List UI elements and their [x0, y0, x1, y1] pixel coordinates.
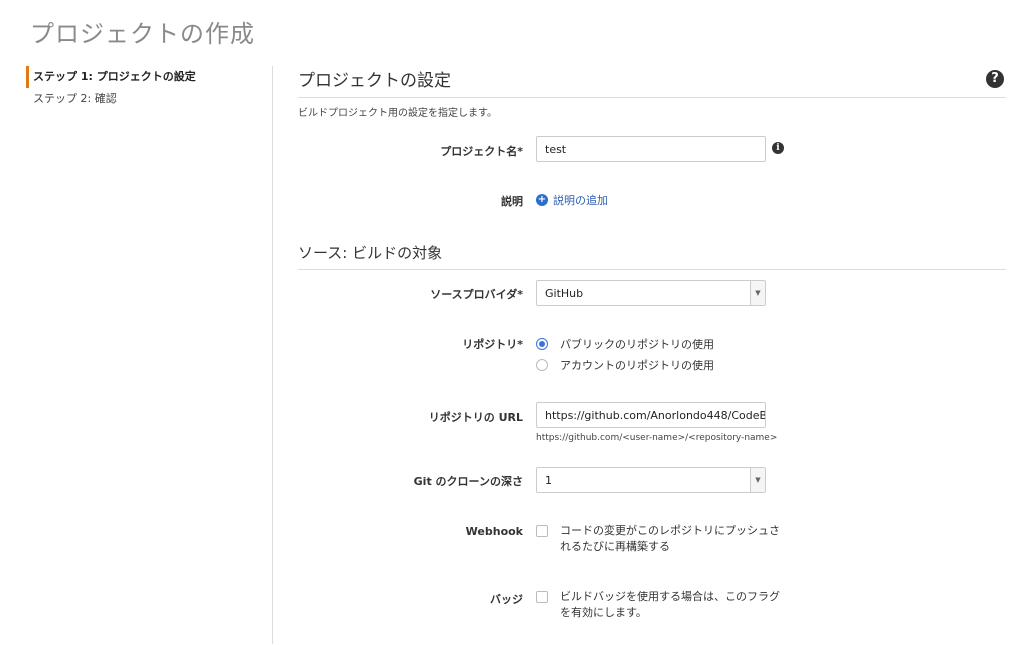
provider-value: GitHub [545, 287, 584, 300]
radio-button[interactable] [536, 337, 548, 350]
clone-depth-value: 1 [545, 474, 552, 487]
step-1[interactable]: ステップ 1: プロジェクトの設定 [26, 66, 256, 88]
clone-depth-select[interactable]: 1 ▼ [536, 467, 766, 493]
radio-label: パブリックのリポジトリの使用 [560, 337, 714, 351]
repo-url-control: https://github.com/Anorlondo448/CodeBu h… [536, 402, 777, 443]
section-description: ビルドプロジェクト用の設定を指定します。 [298, 108, 497, 119]
info-icon[interactable]: i [772, 142, 784, 154]
step-2[interactable]: ステップ 2: 確認 [26, 88, 256, 110]
radio-label: アカウントのリポジトリの使用 [560, 358, 714, 372]
repository-radio-group: パブリックのリポジトリの使用 アカウントのリポジトリの使用 [536, 333, 714, 375]
repo-url-label: リポジトリの URL [428, 411, 523, 424]
provider-select[interactable]: GitHub ▼ [536, 280, 766, 306]
webhook-control: コードの変更がこのレポジトリにプッシュされるたびに再構築する [536, 523, 780, 555]
vertical-divider [272, 66, 273, 644]
add-description-link[interactable]: + 説明の追加 [536, 192, 608, 208]
section-title-text: プロジェクトの設定 [298, 71, 451, 91]
section-title-project-settings: プロジェクトの設定 ? [298, 66, 1006, 98]
clone-depth-control: 1 ▼ [536, 467, 766, 493]
badge-text: ビルドバッジを使用する場合は、このフラグを有効にします。 [560, 590, 780, 619]
provider-control: GitHub ▼ [536, 280, 766, 306]
page-title: プロジェクトの作成 [30, 20, 255, 48]
add-description-text: 説明の追加 [553, 194, 608, 207]
help-icon[interactable]: ? [986, 70, 1004, 88]
project-settings-section: プロジェクトの設定 ? ビルドプロジェクト用の設定を指定します。 プロジェクト名… [298, 66, 1006, 208]
description-label: 説明 [501, 195, 523, 208]
clone-depth-label: Git のクローンの深さ [413, 475, 523, 488]
radio-public-repo[interactable]: パブリックのリポジトリの使用 [536, 333, 714, 354]
badge-label: バッジ [490, 593, 523, 606]
section-title-source: ソース: ビルドの対象 [298, 242, 1006, 270]
plus-circle-icon: + [536, 194, 548, 206]
webhook-checkbox[interactable] [536, 525, 548, 537]
project-name-control: test i [536, 136, 784, 162]
chevron-down-icon: ▼ [750, 468, 765, 492]
description-control: + 説明の追加 [536, 192, 608, 208]
project-name-label: プロジェクト名* [440, 145, 523, 158]
radio-account-repo[interactable]: アカウントのリポジトリの使用 [536, 354, 714, 375]
chevron-down-icon: ▼ [750, 281, 765, 305]
webhook-checkbox-row[interactable]: コードの変更がこのレポジトリにプッシュされるたびに再構築する [536, 523, 780, 555]
repository-label: リポジトリ* [462, 338, 523, 351]
webhook-label: Webhook [465, 525, 523, 538]
badge-control: ビルドバッジを使用する場合は、このフラグを有効にします。 [536, 589, 780, 621]
repo-url-input[interactable]: https://github.com/Anorlondo448/CodeBu [536, 402, 766, 428]
radio-button[interactable] [536, 358, 548, 371]
repo-url-hint: https://github.com/<user-name>/<reposito… [536, 433, 778, 443]
webhook-text: コードの変更がこのレポジトリにプッシュされるたびに再構築する [560, 524, 780, 553]
provider-label: ソースプロバイダ* [430, 288, 523, 301]
badge-checkbox[interactable] [536, 591, 548, 603]
project-name-input[interactable]: test [536, 136, 766, 162]
badge-checkbox-row[interactable]: ビルドバッジを使用する場合は、このフラグを有効にします。 [536, 589, 780, 621]
wizard-steps: ステップ 1: プロジェクトの設定 ステップ 2: 確認 [26, 66, 256, 110]
